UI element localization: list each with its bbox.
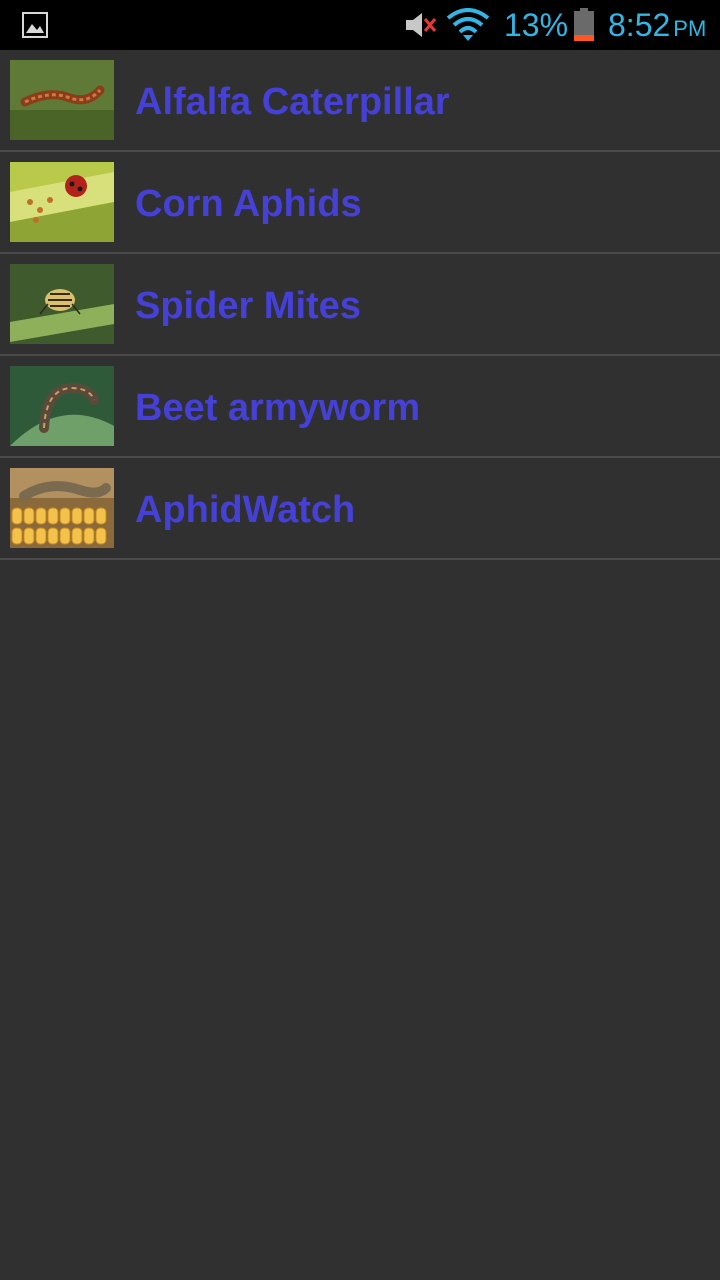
list-item-label: Corn Aphids <box>135 183 362 225</box>
list-item-label: Alfalfa Caterpillar <box>135 81 450 123</box>
battery-icon <box>574 8 594 41</box>
beet-armyworm-thumbnail <box>10 366 114 446</box>
list-item-label: Spider Mites <box>135 285 361 327</box>
mute-icon <box>406 13 437 37</box>
wifi-icon <box>446 8 490 41</box>
battery-percent: 13% <box>504 7 569 43</box>
status-bar: 13% 8:52 PM <box>0 0 720 50</box>
list-item[interactable]: Alfalfa Caterpillar <box>0 50 720 152</box>
list-item[interactable]: Beet armyworm <box>0 356 720 458</box>
aphidwatch-thumbnail <box>10 468 114 548</box>
spider-mites-thumbnail <box>10 264 114 344</box>
alfalfa-caterpillar-thumbnail <box>10 60 114 140</box>
clock-time: 8:52 <box>608 7 671 43</box>
corn-aphids-thumbnail <box>10 162 114 242</box>
clock: 8:52 PM <box>608 6 706 48</box>
list-item-label: Beet armyworm <box>135 387 421 429</box>
list-item[interactable]: AphidWatch <box>0 458 720 560</box>
list-item-label: AphidWatch <box>135 489 356 531</box>
gallery-notification-icon <box>22 12 48 38</box>
list-item[interactable]: Corn Aphids <box>0 152 720 254</box>
pest-list: Alfalfa Caterpillar Corn Aphids Spider M… <box>0 50 720 560</box>
clock-am-pm: PM <box>673 16 707 41</box>
list-item[interactable]: Spider Mites <box>0 254 720 356</box>
